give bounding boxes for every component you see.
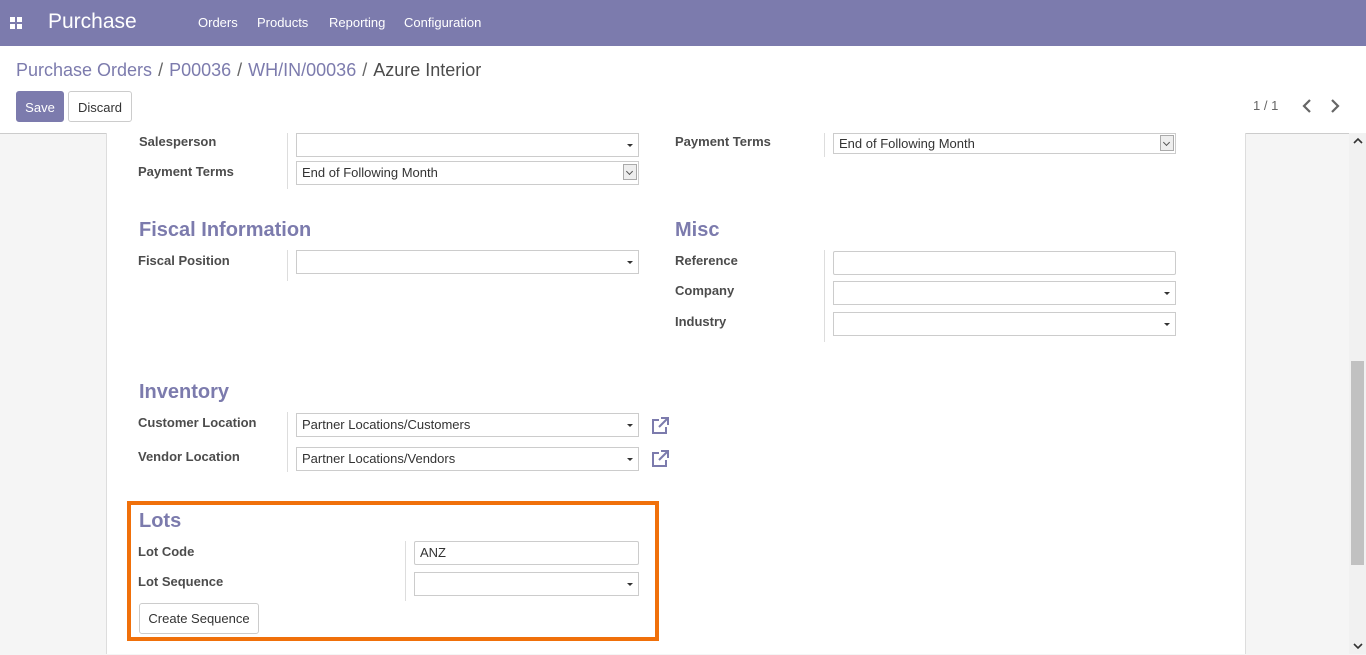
external-link-icon [652, 450, 669, 467]
lot-sequence-field[interactable] [414, 572, 639, 596]
payment-terms-select[interactable]: End of Following Month [296, 161, 639, 185]
menu-reporting[interactable]: Reporting [329, 15, 385, 30]
field-divider [405, 541, 406, 601]
vendor-location-label: Vendor Location [138, 449, 240, 464]
dropdown-caret-icon [627, 424, 633, 427]
customer-location-external-link[interactable] [650, 416, 670, 436]
scroll-up-button[interactable] [1352, 135, 1364, 147]
breadcrumb-separator: / [362, 60, 368, 80]
menu-orders[interactable]: Orders [198, 15, 238, 30]
discard-button[interactable]: Discard [68, 91, 132, 122]
reference-label: Reference [675, 253, 738, 268]
field-divider [824, 250, 825, 342]
fiscal-information-title: Fiscal Information [139, 219, 312, 241]
dropdown-caret-icon [627, 458, 633, 461]
industry-label: Industry [675, 314, 727, 329]
field-divider [287, 412, 288, 472]
pager-value: 1 / 1 [1253, 98, 1279, 113]
breadcrumb-order[interactable]: P00036 [169, 60, 231, 80]
breadcrumb: Purchase Orders / P00036/WH/IN/00036/Azure… [16, 60, 481, 81]
scrollbar-thumb[interactable] [1351, 361, 1364, 565]
external-link-icon [652, 417, 669, 434]
customer-location-label: Customer Location [138, 415, 257, 430]
company-label: Company [675, 283, 735, 298]
industry-field[interactable] [833, 312, 1176, 336]
select-arrow-icon [1160, 135, 1174, 151]
chevron-right-icon [1331, 99, 1340, 113]
payment-terms-value-right: End of Following Month [839, 136, 975, 151]
pager-previous-button[interactable] [1299, 97, 1315, 115]
chevron-left-icon [1302, 99, 1311, 113]
create-sequence-button[interactable]: Create Sequence [139, 603, 259, 634]
lot-code-value: ANZ [420, 545, 446, 560]
payment-terms-value: End of Following Month [302, 165, 438, 180]
reference-input[interactable] [833, 251, 1176, 275]
breadcrumb-current: Azure Interior [373, 60, 482, 80]
payment-terms-select-right[interactable]: End of Following Month [833, 133, 1176, 154]
payment-terms-label: Payment Terms [138, 164, 234, 179]
field-divider [287, 250, 288, 281]
menu-configuration[interactable]: Configuration [404, 15, 481, 30]
field-divider [824, 133, 825, 157]
apps-menu-icon[interactable] [10, 17, 22, 29]
control-panel: Purchase Orders / P00036/WH/IN/00036/Azure… [0, 46, 1366, 134]
field-divider [287, 133, 288, 189]
dropdown-caret-icon [627, 144, 633, 147]
menu-products[interactable]: Products [257, 15, 308, 30]
vendor-location-value: Partner Locations/Vendors [302, 451, 456, 466]
top-navbar: Purchase Orders Products Reporting Confi… [0, 0, 1366, 46]
fiscal-position-field[interactable] [296, 250, 639, 274]
breadcrumb-receipt[interactable]: WH/IN/00036 [248, 60, 356, 80]
fiscal-position-label: Fiscal Position [138, 253, 230, 268]
lot-code-label: Lot Code [138, 544, 195, 559]
save-button[interactable]: Save [16, 91, 64, 122]
inventory-title: Inventory [139, 381, 230, 403]
lot-sequence-label: Lot Sequence [138, 574, 224, 589]
dropdown-caret-icon [627, 583, 633, 586]
lots-title: Lots [139, 510, 182, 532]
vendor-location-field[interactable]: Partner Locations/Vendors [296, 447, 639, 471]
dropdown-caret-icon [1164, 323, 1170, 326]
company-field[interactable] [833, 281, 1176, 305]
select-arrow-icon [623, 164, 637, 180]
app-name[interactable]: Purchase [48, 10, 137, 34]
pager-next-button[interactable] [1327, 97, 1343, 115]
payment-terms-label-right: Payment Terms [675, 134, 771, 149]
breadcrumb-separator: / [158, 60, 164, 80]
breadcrumb-purchase-orders[interactable]: Purchase Orders [16, 60, 152, 80]
salesperson-field[interactable] [296, 133, 639, 157]
vendor-location-external-link[interactable] [650, 449, 670, 469]
chevron-up-icon [1353, 137, 1363, 144]
dropdown-caret-icon [1164, 292, 1170, 295]
customer-location-value: Partner Locations/Customers [302, 417, 471, 432]
dropdown-caret-icon [627, 261, 633, 264]
breadcrumb-separator: / [237, 60, 243, 80]
scroll-down-button[interactable] [1352, 640, 1364, 652]
misc-title: Misc [675, 219, 720, 241]
customer-location-field[interactable]: Partner Locations/Customers [296, 413, 639, 437]
salesperson-label: Salesperson [139, 134, 217, 149]
chevron-down-icon [1353, 643, 1363, 650]
lot-code-input[interactable]: ANZ [414, 541, 639, 565]
